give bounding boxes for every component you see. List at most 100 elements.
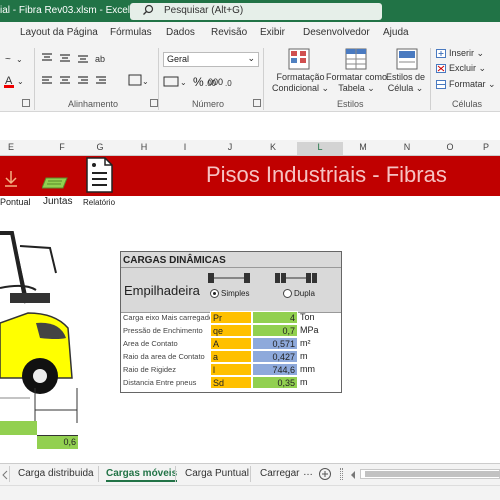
insert-button[interactable]: Inserir ⌄ — [449, 48, 484, 59]
underline-icon[interactable]: ~ ⌄ — [4, 52, 26, 64]
column-header[interactable]: K — [252, 142, 294, 152]
column-header[interactable]: N — [387, 142, 427, 152]
tab-review[interactable]: Revisão — [211, 27, 247, 38]
tab-developer[interactable]: Desenvolvedor — [303, 27, 370, 38]
add-sheet-icon[interactable] — [318, 468, 332, 480]
param-name: Distancia Entre pneus — [123, 378, 197, 387]
param-value: 0,427 — [252, 350, 298, 363]
table-row: Raio da area de Contato a 0,427 m — [121, 350, 341, 363]
diagram-green-cell[interactable] — [0, 421, 37, 435]
thousands-icon[interactable]: 000 — [208, 77, 223, 87]
conditional-format-button[interactable]: Formatação Condicional ⌄ — [272, 72, 329, 94]
number-format-select[interactable]: Geral ⌄ — [163, 52, 259, 67]
column-header[interactable]: M — [343, 142, 383, 152]
param-value[interactable]: 4 — [252, 311, 298, 324]
column-header[interactable]: P — [472, 142, 500, 152]
column-header[interactable]: G — [80, 142, 120, 152]
delete-button[interactable]: Excluir ⌄ — [449, 63, 486, 74]
cell-styles-button[interactable]: Estilos de Célula ⌄ — [386, 72, 425, 94]
param-value: 744,6 — [252, 363, 298, 376]
dual-axle-icon — [275, 273, 317, 283]
radio-dot — [283, 289, 292, 299]
table-row: Pressão de Enchimento qe 0,7 MPa — [121, 324, 341, 337]
more-tabs-icon[interactable]: … — [303, 467, 313, 478]
scrollbar-thumb[interactable] — [365, 471, 500, 477]
svg-text:⌄: ⌄ — [142, 77, 148, 86]
font-color-icon[interactable]: A ⌄ — [4, 74, 28, 88]
vertical-align-icons[interactable]: ab — [41, 52, 121, 64]
title-bar: ial - Fibra Rev03.xlsm - Excel Pesquisar… — [0, 0, 500, 22]
number-format-value: Geral — [167, 54, 190, 64]
radio-dual[interactable]: Dupla — [283, 289, 315, 299]
distance-value-cell[interactable]: 0,6 — [37, 435, 78, 449]
group-cells-label: Células — [452, 99, 483, 109]
column-header[interactable]: E — [0, 142, 22, 152]
column-header[interactable]: F — [42, 142, 82, 152]
forklift-selector: Empilhadeira Simples Dupla — [121, 268, 341, 313]
tab-carga-distribuida[interactable]: Carga distribuida — [18, 468, 94, 479]
tab-scroll-left-icon[interactable] — [2, 470, 8, 480]
format-as-table-icon — [345, 48, 367, 70]
radio-dot-selected — [210, 289, 219, 299]
svg-text:⌄: ⌄ — [16, 55, 23, 64]
separator — [250, 466, 251, 482]
tab-cargas-moveis[interactable]: Cargas móveis — [106, 468, 178, 482]
separator — [175, 466, 176, 482]
tab-formulas[interactable]: Fórmulas — [110, 27, 152, 38]
separator — [98, 466, 99, 482]
svg-text:.0: .0 — [225, 79, 232, 88]
tab-carga-puntual[interactable]: Carga Puntual — [185, 468, 249, 479]
header-banner: Pisos Industriais - Fibras — [0, 156, 500, 196]
param-value[interactable]: 0,7 — [252, 324, 298, 337]
param-symbol: l — [210, 363, 252, 376]
arrow-down-icon[interactable] — [4, 170, 18, 188]
separator — [158, 48, 159, 110]
param-name: Area de Contato — [123, 339, 178, 348]
tab-layout[interactable]: Layout da Página — [20, 27, 98, 38]
param-name: Raio da area de Contato — [123, 352, 205, 361]
alignment-launcher-icon[interactable] — [150, 99, 158, 107]
format-button[interactable]: Formatar ⌄ — [449, 79, 496, 90]
tab-data[interactable]: Dados — [166, 27, 195, 38]
search-placeholder: Pesquisar (Alt+G) — [164, 5, 244, 16]
svg-text:~: ~ — [5, 54, 11, 64]
column-header[interactable]: O — [430, 142, 470, 152]
split-handle[interactable] — [340, 468, 343, 480]
font-launcher-icon[interactable] — [22, 99, 30, 107]
svg-text:⌄: ⌄ — [17, 77, 24, 86]
tab-carregar[interactable]: Carregar — [260, 468, 299, 479]
separator — [34, 48, 35, 110]
formula-area — [0, 112, 500, 140]
param-value[interactable]: 0,35 — [252, 376, 298, 389]
horizontal-scrollbar[interactable] — [360, 469, 500, 479]
number-launcher-icon[interactable] — [253, 99, 261, 107]
report-icon[interactable] — [84, 156, 114, 194]
param-name: Carga eixo Mais carregado — [123, 313, 214, 322]
banner-title: Pisos Industriais - Fibras — [206, 162, 447, 187]
separator — [9, 466, 10, 482]
tab-view[interactable]: Exibir — [260, 27, 285, 38]
dynamic-loads-panel: CARGAS DINÂMICAS Empilhadeira Simples Du… — [120, 251, 342, 393]
column-header[interactable]: I — [165, 142, 205, 152]
delete-icon — [436, 64, 446, 73]
search-box[interactable]: Pesquisar (Alt+G) — [130, 3, 382, 20]
format-as-table-button[interactable]: Formatar como Tabela ⌄ — [326, 72, 387, 94]
table-row: Raio de Rigidez l 744,6 mm — [121, 363, 341, 376]
horizontal-align-icons[interactable] — [41, 75, 121, 87]
column-header[interactable]: J — [210, 142, 250, 152]
joints-icon[interactable] — [42, 177, 68, 189]
merge-center-icon[interactable]: ⌄ — [128, 74, 148, 86]
percent-icon[interactable]: % — [193, 75, 204, 89]
cell-styles-icon — [396, 48, 418, 70]
insert-icon — [436, 49, 446, 58]
scroll-left-icon[interactable] — [350, 470, 356, 480]
radio-single[interactable]: Simples — [210, 289, 249, 299]
separator — [263, 48, 264, 110]
single-axle-icon — [208, 273, 250, 283]
param-symbol: a — [210, 350, 252, 363]
forklift-illustration — [0, 231, 78, 423]
tab-help[interactable]: Ajuda — [383, 27, 409, 38]
format-icon — [436, 80, 446, 89]
column-header[interactable]: H — [124, 142, 164, 152]
column-header-selected[interactable]: L — [297, 142, 343, 155]
